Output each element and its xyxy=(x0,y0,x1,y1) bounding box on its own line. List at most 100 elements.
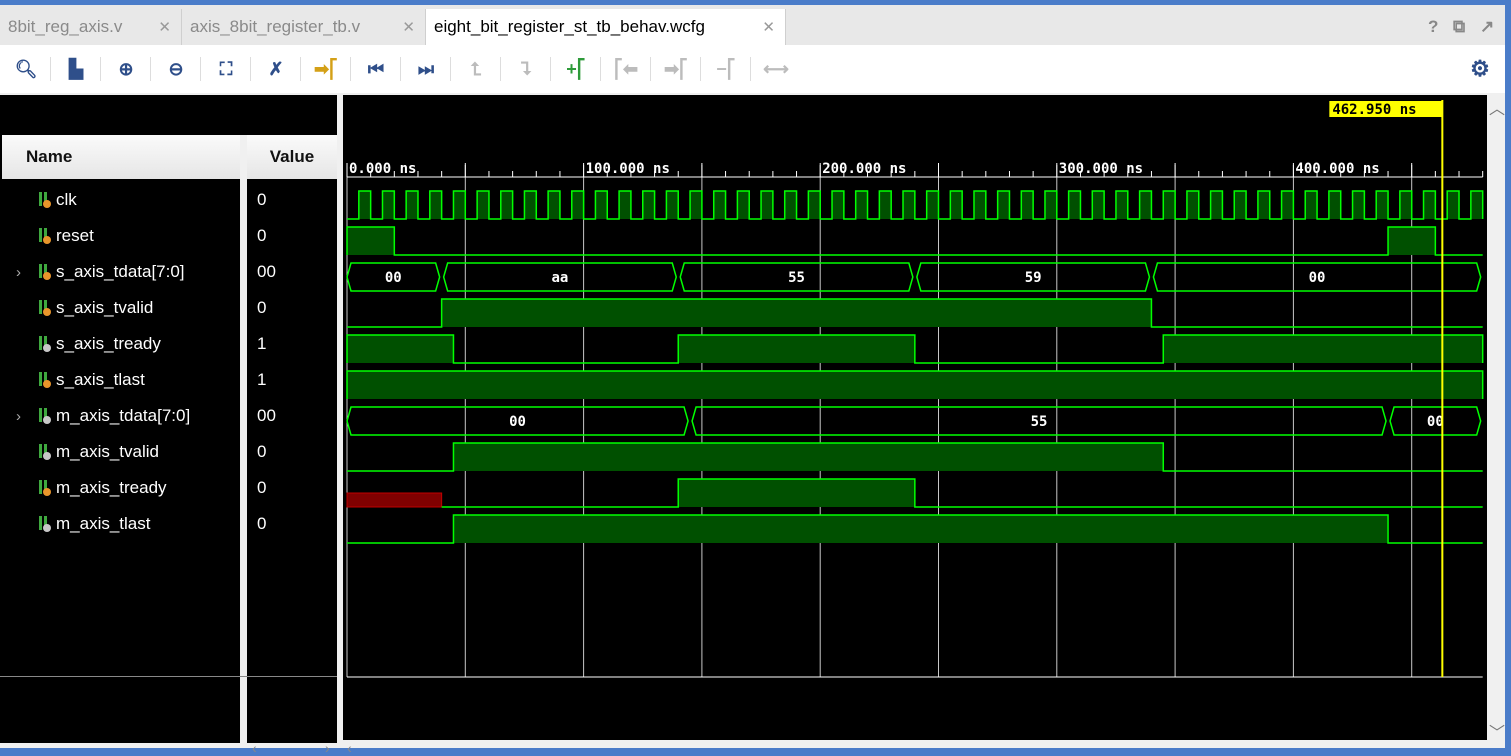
name-column-header[interactable]: Name xyxy=(2,135,240,179)
clock-pulse xyxy=(571,191,584,219)
delete-marker-icon[interactable]: −⎡ xyxy=(712,55,740,83)
add-marker-icon[interactable]: +⎡ xyxy=(562,55,590,83)
time-label: 300.000 ns xyxy=(1059,161,1143,177)
clock-pulse xyxy=(1470,191,1483,219)
signal-value: 1 xyxy=(257,334,267,353)
previous-transition-icon[interactable]: ⮤ xyxy=(462,55,490,83)
toolbar-separator xyxy=(200,57,201,81)
signal-row-m-axis-tvalid[interactable]: m_axis_tvalid xyxy=(0,434,240,470)
go-to-start-icon[interactable]: ⏮ xyxy=(362,55,390,83)
clock-pulse xyxy=(358,191,371,219)
value-column-header[interactable]: Value xyxy=(247,135,337,179)
toolbar-separator xyxy=(450,57,451,81)
signal-row-s-axis-tvalid[interactable]: s_axis_tvalid xyxy=(0,290,240,326)
go-to-cursor-icon[interactable]: ➡⎡ xyxy=(312,55,340,83)
clock-pulse xyxy=(950,191,963,219)
signal-value: 0 xyxy=(257,298,267,317)
column-divider[interactable] xyxy=(240,135,247,743)
zoom-out-icon[interactable]: ⊖ xyxy=(162,55,190,83)
clock-pulse xyxy=(1186,191,1199,219)
scroll-left-icon[interactable]: ‹ xyxy=(252,740,257,756)
close-icon[interactable]: ✕ xyxy=(762,18,775,36)
clock-pulse xyxy=(737,191,750,219)
high-region xyxy=(441,299,1152,327)
tab-8bit-reg-axis[interactable]: 8bit_reg_axis.v ✕ xyxy=(0,9,182,45)
signal-name: m_axis_tvalid xyxy=(56,442,159,461)
bus-value: 59 xyxy=(1025,270,1042,286)
wave-scroll-left-icon[interactable]: ‹ xyxy=(347,740,352,756)
signal-row-m-axis-tlast[interactable]: m_axis_tlast xyxy=(0,506,240,542)
next-marker-icon[interactable]: ➡⎡ xyxy=(662,55,690,83)
input-signal-icon xyxy=(38,372,52,388)
waveform-canvas[interactable]: 0.000 ns 100.000 ns 200.000 ns 300.000 ns 40… xyxy=(343,95,1487,740)
previous-marker-icon[interactable]: ⎡⬅ xyxy=(612,55,640,83)
tab-label: 8bit_reg_axis.v xyxy=(8,17,123,36)
restore-icon[interactable]: ⧉ xyxy=(1453,17,1465,37)
clock-pulse xyxy=(808,191,821,219)
time-label: 100.000 ns xyxy=(586,161,670,177)
help-icon[interactable]: ? xyxy=(1428,17,1438,37)
tab-label: eight_bit_register_st_tb_behav.wcfg xyxy=(434,17,705,36)
waveform-window: 8bit_reg_axis.v ✕ axis_8bit_register_tb.v… xyxy=(0,5,1505,756)
go-to-end-icon[interactable]: ⏭ xyxy=(412,55,440,83)
clock-pulse xyxy=(524,191,537,219)
cursor-snap-icon[interactable]: ✗ xyxy=(262,55,290,83)
float-icon[interactable]: ↗ xyxy=(1480,17,1494,37)
close-icon[interactable]: ✕ xyxy=(158,18,171,36)
bus-value: 00 xyxy=(1427,414,1444,430)
clock-pulse xyxy=(1423,191,1436,219)
zoom-fit-icon[interactable]: ⛶ xyxy=(212,55,240,83)
tab-axis-tb[interactable]: axis_8bit_register_tb.v ✕ xyxy=(182,9,426,45)
signal-row-reset[interactable]: reset xyxy=(0,218,240,254)
time-label: 400.000 ns xyxy=(1295,161,1379,177)
scroll-up-icon[interactable]: ︿ xyxy=(1489,95,1505,119)
clock-pulse xyxy=(713,191,726,219)
clock-pulse xyxy=(903,191,915,219)
toolbar-separator xyxy=(150,57,151,81)
signal-row-clk[interactable]: clk xyxy=(0,182,240,218)
high-region xyxy=(1163,335,1483,363)
signal-row-s-axis-tready[interactable]: s_axis_tready xyxy=(0,326,240,362)
clock-pulse xyxy=(1281,191,1294,219)
swap-cursors-icon[interactable]: ⟷ xyxy=(762,55,790,83)
zoom-in-icon[interactable]: ⊕ xyxy=(112,55,140,83)
signal-row-m-axis-tdata[interactable]: › m_axis_tdata[7:0] xyxy=(0,398,240,434)
clock-pulse xyxy=(879,191,892,219)
clock-pulse xyxy=(666,191,679,219)
time-label: 200.000 ns xyxy=(822,161,906,177)
vertical-scrollbar[interactable]: ︿ ﹀ xyxy=(1487,95,1505,743)
next-transition-icon[interactable]: ⮧ xyxy=(512,55,540,83)
signal-row-s-axis-tdata[interactable]: › s_axis_tdata[7:0] xyxy=(0,254,240,290)
toolbar-separator xyxy=(350,57,351,81)
tab-bar: 8bit_reg_axis.v ✕ axis_8bit_register_tb.v… xyxy=(0,5,1505,45)
tab-wcfg[interactable]: eight_bit_register_st_tb_behav.wcfg ✕ xyxy=(426,9,786,45)
signal-row-m-axis-tready[interactable]: m_axis_tready xyxy=(0,470,240,506)
clock-pulse xyxy=(1115,191,1128,219)
expand-chevron-icon[interactable]: › xyxy=(16,264,21,281)
expand-chevron-icon[interactable]: › xyxy=(16,408,21,425)
clock-pulse xyxy=(548,191,560,219)
clock-pulse xyxy=(1447,191,1460,219)
signal-name: s_axis_tvalid xyxy=(56,298,154,317)
signal-value: 0 xyxy=(257,478,267,497)
toolbar-separator xyxy=(400,57,401,81)
clock-pulse xyxy=(1399,191,1412,219)
close-icon[interactable]: ✕ xyxy=(402,18,415,36)
signal-name: clk xyxy=(56,190,77,209)
scroll-down-icon[interactable]: ﹀ xyxy=(1489,719,1505,743)
high-region xyxy=(678,335,915,363)
clock-pulse xyxy=(595,191,608,219)
search-icon[interactable]: 🔍︎ xyxy=(12,55,40,83)
waveform-panel[interactable]: 0.000 ns 100.000 ns 200.000 ns 300.000 ns 40… xyxy=(343,95,1487,740)
cursor-time-label: 462.950 ns xyxy=(1332,102,1416,118)
clock-pulse xyxy=(429,191,442,219)
save-icon[interactable]: ▙ xyxy=(62,55,90,83)
scroll-right-icon[interactable]: › xyxy=(325,740,330,756)
toolbar: ⚙ 🔍︎ ▙ ⊕ ⊖ ⛶ ✗ ➡⎡ ⏮ ⏭ ⮤ ⮧ +⎡ ⎡⬅ ➡⎡ −⎡ ⟷ xyxy=(0,45,1505,93)
settings-icon[interactable]: ⚙ xyxy=(1466,55,1494,83)
signal-row-s-axis-tlast[interactable]: s_axis_tlast xyxy=(0,362,240,398)
clock-pulse xyxy=(500,191,513,219)
clock-pulse xyxy=(1305,191,1318,219)
clock-pulse xyxy=(1021,191,1034,219)
unknown-region xyxy=(346,492,443,508)
